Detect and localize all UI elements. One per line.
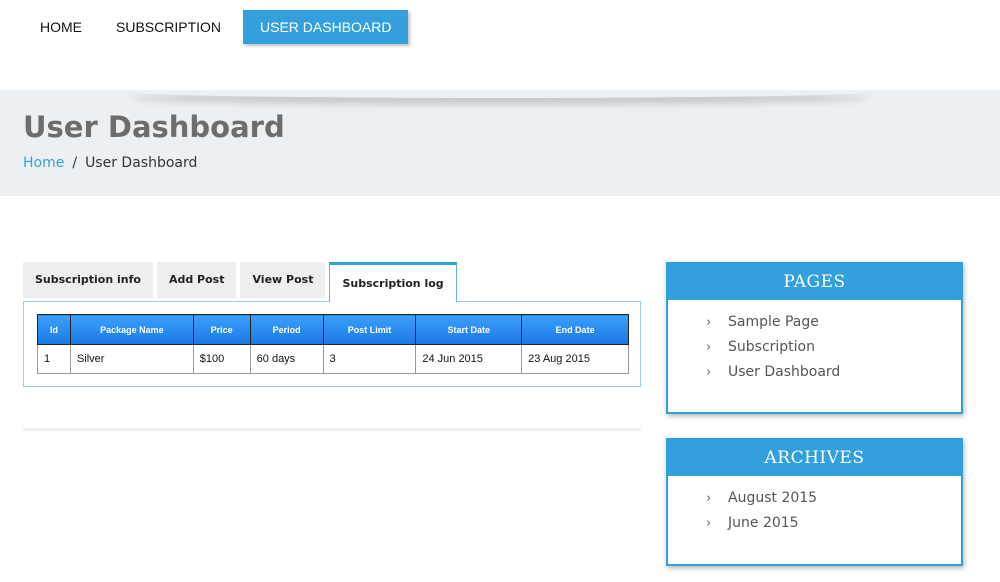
archives-item-label: August 2015 (728, 490, 818, 506)
subscription-log-panel: Id Package Name Price Period Post Limit … (23, 301, 641, 387)
nav-user-dashboard[interactable]: USER DASHBOARD (243, 10, 409, 44)
content-divider (23, 428, 641, 431)
pages-widget: PAGES › Sample Page › Subscription › User D… (666, 262, 963, 414)
pages-item-label: Subscription (728, 339, 815, 355)
chevron-right-icon: › (706, 315, 712, 330)
cell-package-name: Silver (69, 344, 194, 374)
page-title: User Dashboard (23, 110, 285, 144)
col-header-package-name: Package Name (69, 314, 194, 345)
breadcrumb-separator: / (72, 155, 78, 171)
col-header-start-date: Start Date (415, 314, 523, 345)
archives-item-label: June 2015 (728, 515, 799, 531)
tab-subscription-log[interactable]: Subscription log (329, 262, 457, 302)
chevron-right-icon: › (706, 365, 712, 380)
tab-subscription-info[interactable]: Subscription info (23, 262, 153, 298)
pages-item-subscription[interactable]: › Subscription (706, 335, 961, 360)
pages-item-label: Sample Page (728, 314, 819, 330)
chevron-right-icon: › (706, 340, 712, 355)
cell-end-date: 23 Aug 2015 (521, 344, 629, 374)
pages-widget-title: PAGES (668, 264, 961, 300)
archives-widget-title: ARCHIVES (668, 440, 961, 476)
cell-id: 1 (37, 344, 71, 374)
nav-subscription[interactable]: SUBSCRIPTION (99, 10, 238, 44)
nav-home[interactable]: HOME (23, 10, 99, 44)
breadcrumb-home-link[interactable]: Home (23, 155, 64, 171)
pages-item-label: User Dashboard (728, 364, 841, 380)
col-header-id: Id (37, 314, 71, 345)
chevron-right-icon: › (706, 516, 712, 531)
tab-add-post[interactable]: Add Post (156, 262, 237, 298)
breadcrumb: Home / User Dashboard (23, 155, 197, 171)
cell-price: $100 (192, 344, 251, 374)
archives-list: › August 2015 › June 2015 (668, 476, 961, 536)
pages-item-user-dashboard[interactable]: › User Dashboard (706, 360, 961, 385)
table-header-row: Id Package Name Price Period Post Limit … (37, 314, 629, 345)
pages-item-sample-page[interactable]: › Sample Page (706, 310, 961, 335)
table-row: 1 Silver $100 60 days 3 24 Jun 2015 23 A… (37, 344, 629, 374)
col-header-period: Period (249, 314, 324, 345)
pages-list: › Sample Page › Subscription › User Dashboa… (668, 300, 961, 385)
chevron-right-icon: › (706, 491, 712, 506)
tab-view-post[interactable]: View Post (240, 262, 326, 298)
cell-post-limit: 3 (322, 344, 417, 374)
col-header-post-limit: Post Limit (322, 314, 417, 345)
col-header-price: Price (192, 314, 251, 345)
banner-shadow-divider (130, 86, 870, 98)
col-header-end-date: End Date (521, 314, 629, 345)
archives-item-june-2015[interactable]: › June 2015 (706, 511, 961, 536)
subscription-log-table: Id Package Name Price Period Post Limit … (37, 314, 629, 374)
cell-start-date: 24 Jun 2015 (415, 344, 523, 374)
top-nav: HOME SUBSCRIPTION USER DASHBOARD (23, 10, 409, 44)
dashboard-tabs: Subscription info Add Post View Post Sub… (23, 262, 461, 302)
cell-period: 60 days (249, 344, 324, 374)
breadcrumb-current: User Dashboard (85, 155, 198, 171)
archives-widget: ARCHIVES › August 2015 › June 2015 (666, 438, 963, 566)
archives-item-august-2015[interactable]: › August 2015 (706, 486, 961, 511)
